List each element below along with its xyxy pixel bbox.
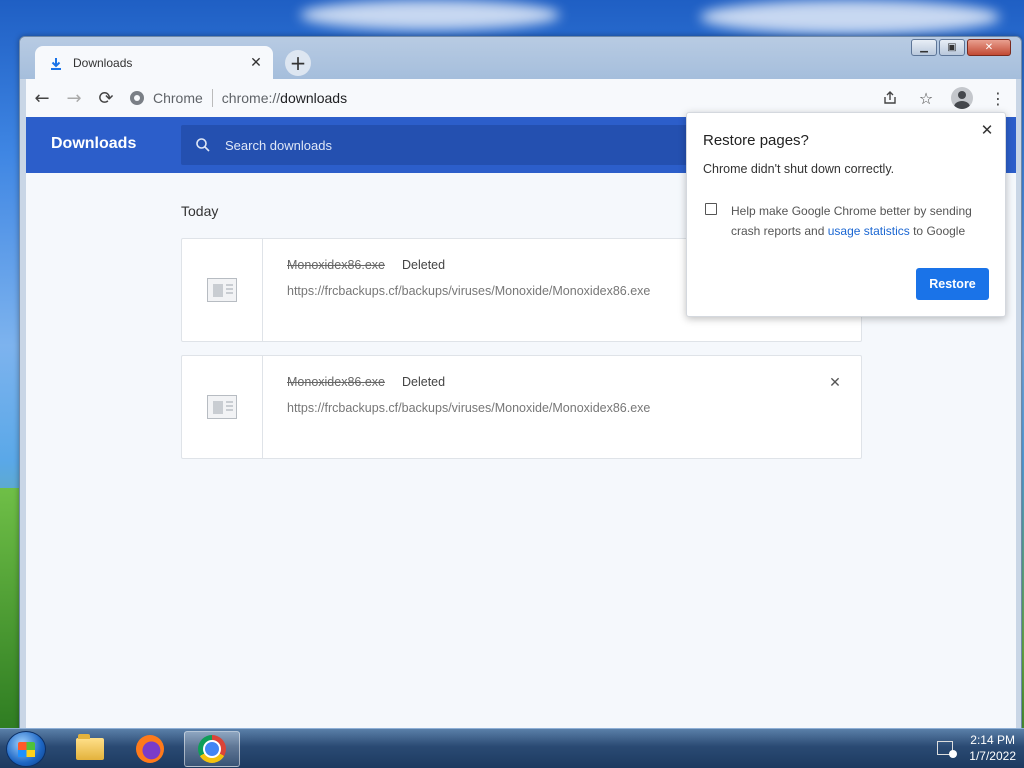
folder-icon xyxy=(76,734,104,760)
maximize-button[interactable]: ▣ xyxy=(939,39,965,56)
windows-logo-icon xyxy=(18,742,35,757)
new-tab-button[interactable]: + xyxy=(285,50,311,76)
clock-time: 2:14 PM xyxy=(970,733,1015,747)
star-icon[interactable]: ☆ xyxy=(912,84,940,112)
download-source-url[interactable]: https://frcbackups.cf/backups/viruses/Mo… xyxy=(287,284,650,298)
dialog-close-icon[interactable]: ✕ xyxy=(978,121,996,139)
restore-pages-dialog: Restore pages? ✕ Chrome didn't shut down… xyxy=(686,112,1006,317)
site-chip-label: Chrome xyxy=(153,90,203,106)
dialog-title: Restore pages? xyxy=(703,132,809,149)
file-icon xyxy=(207,395,237,419)
download-item: Monoxidex86.exe Deleted https://frcbacku… xyxy=(181,355,862,459)
taskbar: 2:14 PM 1/7/2022 xyxy=(0,728,1024,768)
download-filename: Monoxidex86.exe xyxy=(287,375,385,389)
download-icon xyxy=(49,56,63,70)
tab-strip: Downloads ✕ + ▁ ▣ ✕ xyxy=(20,37,1021,79)
back-button[interactable]: ← xyxy=(26,82,58,114)
page-title: Downloads xyxy=(51,135,137,152)
crash-report-checkbox[interactable] xyxy=(705,203,717,215)
clock[interactable]: 2:14 PM 1/7/2022 xyxy=(969,732,1016,764)
start-button[interactable] xyxy=(6,731,46,767)
restore-button[interactable]: Restore xyxy=(916,268,989,300)
download-status: Deleted xyxy=(402,375,446,389)
checkbox-text-after: to Google xyxy=(909,224,966,238)
forward-button[interactable]: → xyxy=(58,82,90,114)
search-icon xyxy=(196,138,210,152)
menu-button[interactable]: ⋮ xyxy=(984,84,1012,112)
url-path: downloads xyxy=(280,90,348,106)
reload-button[interactable]: ⟳ xyxy=(90,82,122,114)
desktop-cloud xyxy=(700,0,1000,34)
search-box[interactable] xyxy=(181,125,741,165)
desktop-cloud xyxy=(300,0,560,30)
taskbar-chrome[interactable] xyxy=(184,731,240,767)
chrome-icon xyxy=(198,735,226,763)
clock-date: 1/7/2022 xyxy=(969,749,1016,763)
chrome-logo-icon xyxy=(130,91,144,105)
profile-button[interactable] xyxy=(948,84,976,112)
dialog-message: Chrome didn't shut down correctly. xyxy=(703,162,895,176)
date-section-label: Today xyxy=(181,203,219,219)
network-icon[interactable] xyxy=(937,741,958,758)
download-filename: Monoxidex86.exe xyxy=(287,258,385,272)
firefox-icon xyxy=(136,735,164,763)
system-tray: 2:14 PM 1/7/2022 xyxy=(937,732,1016,764)
file-icon-column xyxy=(182,356,263,458)
file-icon-column xyxy=(182,239,263,341)
tab-downloads[interactable]: Downloads ✕ xyxy=(35,46,273,79)
url-text: chrome://downloads xyxy=(222,90,347,106)
download-source-url[interactable]: https://frcbackups.cf/backups/viruses/Mo… xyxy=(287,401,650,415)
window-controls: ▁ ▣ ✕ xyxy=(911,39,1011,56)
share-icon[interactable] xyxy=(876,84,904,112)
taskbar-file-explorer[interactable] xyxy=(62,731,118,767)
url-scheme: chrome:// xyxy=(221,90,281,106)
tab-title: Downloads xyxy=(73,55,133,70)
tab-close-icon[interactable]: ✕ xyxy=(245,52,267,74)
download-status: Deleted xyxy=(402,258,446,272)
taskbar-firefox[interactable] xyxy=(122,731,178,767)
minimize-button[interactable]: ▁ xyxy=(911,39,937,56)
usage-statistics-link[interactable]: usage statistics xyxy=(828,224,910,238)
window-close-button[interactable]: ✕ xyxy=(967,39,1011,56)
file-icon xyxy=(207,278,237,302)
avatar-icon xyxy=(951,87,973,109)
toolbar-right: ☆ ⋮ xyxy=(876,84,1016,112)
remove-download-icon[interactable]: ✕ xyxy=(827,375,843,391)
site-chip[interactable]: Chrome xyxy=(130,90,203,106)
omnibox-separator xyxy=(211,89,213,107)
crash-report-label: Help make Google Chrome better by sendin… xyxy=(731,201,991,241)
search-input[interactable] xyxy=(225,137,625,153)
address-bar[interactable]: Chrome chrome://downloads xyxy=(130,83,870,113)
